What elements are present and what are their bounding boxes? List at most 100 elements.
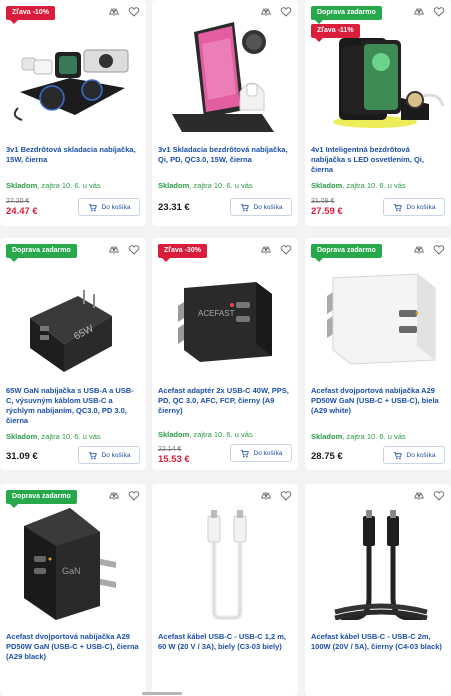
delivery-text: , zajtra 10. 6. u vás [189, 430, 253, 439]
badge-list: Doprava zadarmo [311, 244, 382, 262]
stock-status: Skladom, zajtra 10. 6. u vás [6, 432, 101, 441]
product-grid: Zľava -10% 3v1 Bezdrôtová skladacia nabí… [0, 0, 451, 696]
product-card[interactable]: Doprava zadarmo GaN Acefast dvojportová … [0, 484, 146, 696]
stock-status: Skladom, zajtra 10. 6. u vás [158, 181, 253, 190]
delivery-text: , zajtra 10. 6. u vás [342, 181, 406, 190]
cart-icon [393, 451, 402, 459]
scroll-indicator[interactable] [142, 692, 182, 695]
card-actions [108, 244, 140, 256]
product-title[interactable]: Acefast dvojportová nabíjačka A29 PD50W … [6, 632, 140, 662]
product-card[interactable]: Acefast kábel USB-C - USB-C 2m, 100W (20… [305, 484, 451, 696]
card-actions [260, 6, 292, 18]
delivery-text: , zajtra 10. 6. u vás [342, 432, 406, 441]
heart-icon[interactable] [433, 244, 445, 256]
add-to-cart-button[interactable]: Do košíka [383, 198, 445, 216]
heart-icon[interactable] [280, 490, 292, 502]
price: 23.31 € [158, 202, 190, 213]
stock-status: Skladom, zajtra 10. 6. u vás [311, 181, 406, 190]
price: 24.47 € [6, 206, 38, 217]
cart-icon [88, 203, 97, 211]
discount-badge: Zľava -10% [6, 6, 55, 24]
product-image[interactable] [305, 260, 451, 375]
compare-icon[interactable] [108, 6, 120, 18]
heart-icon[interactable] [280, 244, 292, 256]
compare-icon[interactable] [413, 6, 425, 18]
free-shipping-badge: Doprava zadarmo [311, 244, 382, 262]
product-title[interactable]: 4v1 Inteligentná bezdrôtová nabíjačka s … [311, 145, 445, 175]
compare-icon[interactable] [260, 490, 272, 502]
heart-icon[interactable] [128, 6, 140, 18]
svg-text:GaN: GaN [62, 566, 81, 576]
heart-icon[interactable] [433, 490, 445, 502]
add-to-cart-button[interactable]: Do košíka [78, 446, 140, 464]
product-image[interactable] [152, 502, 298, 620]
old-price: 22.14 € [158, 446, 182, 453]
badge-list: Zľava -10% [6, 6, 55, 24]
add-to-cart-label: Do košíka [406, 203, 436, 211]
cart-icon [240, 203, 249, 211]
price: 28.75 € [311, 451, 343, 462]
product-image[interactable] [0, 20, 146, 135]
product-image[interactable] [152, 14, 298, 136]
product-card[interactable]: Zľava -30% ACEFAST Acefast adaptér 2x US… [152, 238, 298, 470]
free-shipping-badge: Doprava zadarmo [311, 6, 382, 24]
cart-icon [393, 203, 402, 211]
product-image[interactable]: 65W [0, 260, 146, 375]
badge-list: Doprava zadarmo [6, 244, 77, 262]
heart-icon[interactable] [128, 490, 140, 502]
stock-label: Skladom [6, 181, 38, 190]
add-to-cart-label: Do košíka [253, 449, 283, 457]
product-card[interactable]: Doprava zadarmo Zľava -11% 4v1 Inteligen… [305, 0, 451, 226]
add-to-cart-label: Do košíka [253, 203, 283, 211]
compare-icon[interactable] [413, 244, 425, 256]
heart-icon[interactable] [280, 6, 292, 18]
product-image[interactable]: ACEFAST [152, 260, 298, 375]
stock-label: Skladom [6, 432, 38, 441]
card-actions [413, 490, 445, 502]
add-to-cart-button[interactable]: Do košíka [230, 444, 292, 462]
price: 15.53 € [158, 454, 190, 465]
product-card[interactable]: Acefast kábel USB-C - USB-C 1,2 m, 60 W … [152, 484, 298, 696]
cart-icon [240, 449, 249, 457]
card-actions [260, 244, 292, 256]
discount-badge: Zľava -11% [311, 24, 360, 42]
cart-icon [88, 451, 97, 459]
product-title[interactable]: Acefast dvojportová nabíjačka A29 PD50W … [311, 386, 445, 416]
add-to-cart-label: Do košíka [406, 451, 436, 459]
card-actions [260, 490, 292, 502]
discount-badge: Zľava -30% [158, 244, 207, 262]
stock-label: Skladom [158, 430, 190, 439]
compare-icon[interactable] [260, 6, 272, 18]
svg-text:ACEFAST: ACEFAST [198, 309, 235, 318]
product-title[interactable]: 65W GaN nabíjačka s USB-A a USB-C, výsuv… [6, 386, 140, 426]
heart-icon[interactable] [433, 6, 445, 18]
stock-label: Skladom [311, 432, 343, 441]
compare-icon[interactable] [260, 244, 272, 256]
product-title[interactable]: Acefast kábel USB-C - USB-C 2m, 100W (20… [311, 632, 445, 652]
price: 31.09 € [6, 451, 38, 462]
old-price: 31.09 € [311, 198, 335, 205]
product-image[interactable]: GaN [0, 502, 146, 620]
compare-icon[interactable] [108, 490, 120, 502]
stock-label: Skladom [158, 181, 190, 190]
compare-icon[interactable] [108, 244, 120, 256]
add-to-cart-button[interactable]: Do košíka [78, 198, 140, 216]
badge-list: Zľava -30% [158, 244, 207, 262]
product-card[interactable]: Zľava -10% 3v1 Bezdrôtová skladacia nabí… [0, 0, 146, 226]
add-to-cart-button[interactable]: Do košíka [230, 198, 292, 216]
product-title[interactable]: 3v1 Skladacia bezdrôtová nabíjačka, Qi, … [158, 145, 292, 165]
add-to-cart-button[interactable]: Do košíka [383, 446, 445, 464]
heart-icon[interactable] [128, 244, 140, 256]
product-title[interactable]: Acefast kábel USB-C - USB-C 1,2 m, 60 W … [158, 632, 292, 652]
product-title[interactable]: 3v1 Bezdrôtová skladacia nabíjačka, 15W,… [6, 145, 140, 165]
product-card[interactable]: Doprava zadarmo 65W 65W GaN nabíjačka s … [0, 238, 146, 470]
price: 27.59 € [311, 206, 343, 217]
compare-icon[interactable] [413, 490, 425, 502]
stock-label: Skladom [311, 181, 343, 190]
product-card[interactable]: Doprava zadarmo Acefast dvojportová nabí… [305, 238, 451, 470]
product-title[interactable]: Acefast adaptér 2x USB-C 40W, PPS, PD, Q… [158, 386, 292, 416]
product-image[interactable] [305, 502, 451, 620]
product-card[interactable]: 3v1 Skladacia bezdrôtová nabíjačka, Qi, … [152, 0, 298, 226]
stock-status: Skladom, zajtra 10. 6. u vás [311, 432, 406, 441]
card-actions [413, 6, 445, 18]
